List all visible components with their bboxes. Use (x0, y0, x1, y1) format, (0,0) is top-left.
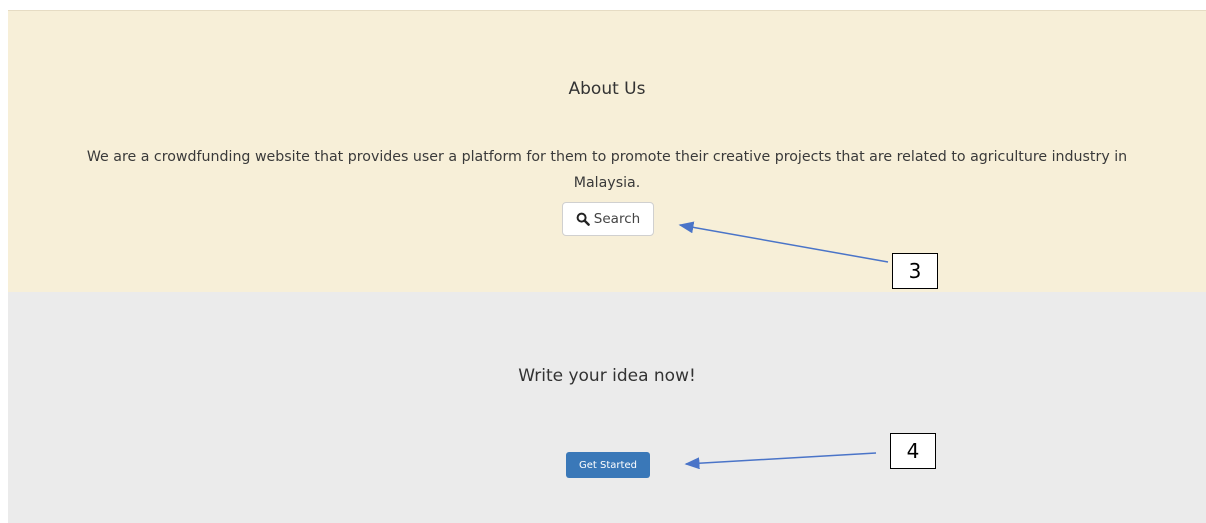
about-description-line1: We are a crowdfunding website that provi… (86, 149, 1128, 165)
search-button[interactable]: Search (562, 202, 654, 236)
about-description-line2: Malaysia. (573, 175, 641, 191)
search-button-label: Search (593, 211, 641, 227)
about-title: About Us (568, 79, 646, 99)
idea-title: Write your idea now! (518, 366, 696, 386)
idea-section: Write your idea now! Get Started (8, 292, 1206, 523)
page: About Us We are a crowdfunding website t… (0, 0, 1206, 523)
search-icon (576, 212, 590, 226)
about-section: About Us We are a crowdfunding website t… (8, 10, 1206, 293)
annotation-callout-4: 4 (890, 433, 936, 469)
annotation-callout-3: 3 (892, 253, 938, 289)
about-description: We are a crowdfunding website that provi… (8, 144, 1206, 196)
get-started-button[interactable]: Get Started (566, 452, 650, 478)
